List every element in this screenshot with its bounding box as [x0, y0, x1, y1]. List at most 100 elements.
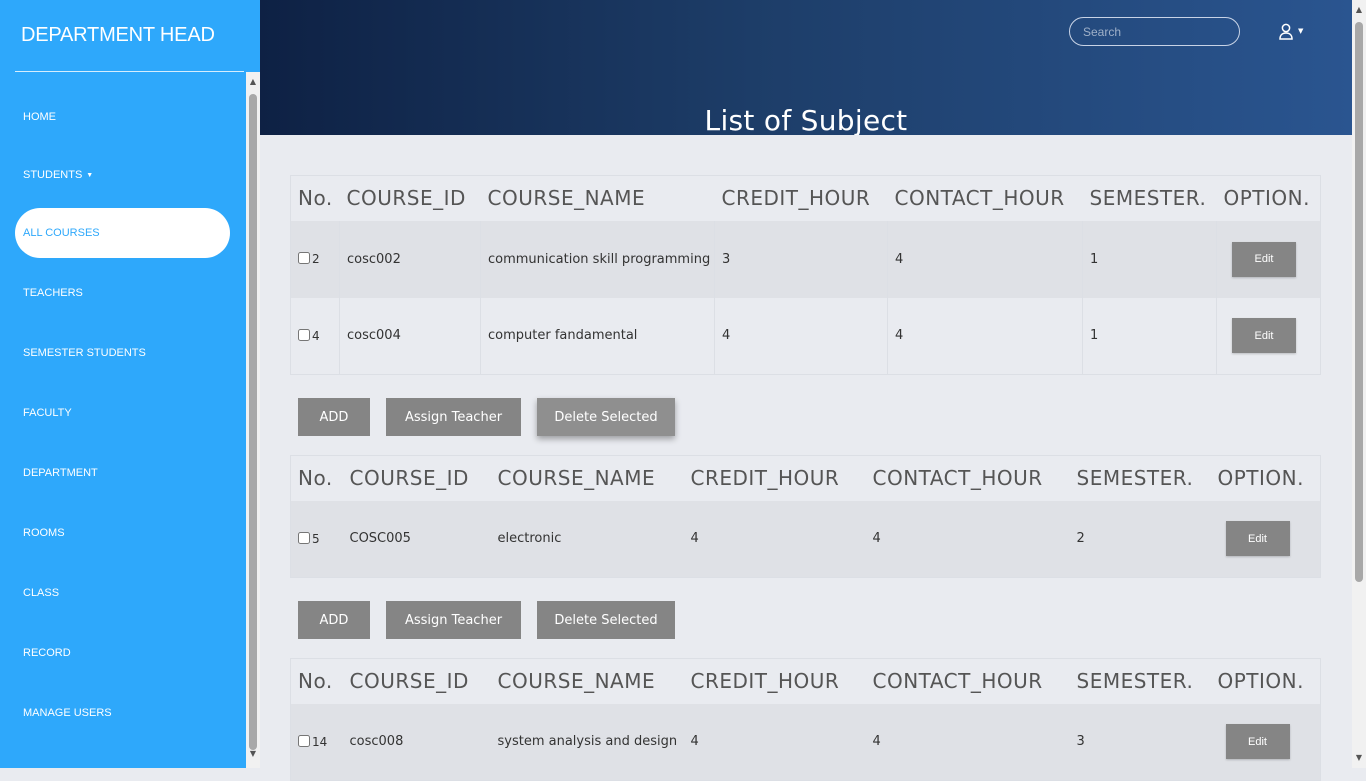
sidebar-item-class[interactable]: CLASS [0, 568, 246, 618]
row-checkbox[interactable] [298, 734, 310, 747]
scroll-down-icon[interactable]: ▼ [248, 748, 258, 760]
row-number: 2 [312, 252, 320, 266]
courses-table: No. COURSE_ID COURSE_NAME CREDIT_HOUR CO… [290, 175, 1321, 375]
sidebar-item-rooms[interactable]: ROOMS [0, 508, 246, 558]
sidebar-item-label: FACULTY [23, 407, 72, 419]
sidebar-item-label: CLASS [23, 587, 60, 599]
credit-hour-cell: 4 [683, 500, 866, 578]
semester-cell: 1 [1082, 297, 1217, 375]
sidebar-item-students[interactable]: STUDENTS ▼ [0, 150, 246, 200]
assign-teacher-button[interactable]: Assign Teacher [386, 601, 521, 639]
edit-button[interactable]: Edit [1225, 521, 1290, 557]
edit-button[interactable]: Edit [1232, 241, 1296, 277]
option-cell: Edit [1210, 703, 1321, 781]
course-name-cell: electronic [490, 500, 684, 578]
semester-cell: 1 [1082, 220, 1217, 298]
credit-hour-cell: 3 [714, 220, 888, 298]
row-number-cell: 4 [291, 298, 340, 375]
option-cell: Edit [1216, 297, 1321, 375]
user-icon [1279, 23, 1293, 40]
credit-hour-cell: 4 [714, 297, 888, 375]
table-row: 2 cosc002 communication skill programmin… [290, 220, 1321, 298]
table-row: 4 cosc004 computer fandamental 4 4 1 Edi… [291, 297, 1321, 375]
sidebar-item-label: STUDENTS [23, 169, 83, 181]
courses-table: No. COURSE_ID COURSE_NAME CREDIT_HOUR CO… [290, 658, 1321, 781]
column-header: COURSE_ID [349, 466, 469, 491]
sidebar-item-home[interactable]: HOME [0, 92, 246, 142]
row-checkbox[interactable] [298, 252, 310, 264]
delete-selected-button[interactable]: Delete Selected [537, 601, 675, 639]
semester-cell: 3 [1069, 703, 1211, 781]
sidebar-item-record[interactable]: RECORD [0, 628, 246, 678]
table-header-row: No. COURSE_ID COURSE_NAME CREDIT_HOUR CO… [291, 176, 1321, 221]
header: ▼ List of Subject [260, 0, 1352, 135]
table-row: 14 cosc008 system analysis and design 4 … [290, 703, 1321, 781]
caret-down-icon: ▼ [1298, 27, 1304, 35]
column-header: SEMESTER. [1089, 186, 1207, 211]
contact-hour-cell: 4 [865, 703, 1070, 781]
scrollbar-thumb[interactable] [249, 94, 257, 750]
column-header: COURSE_NAME [497, 669, 656, 694]
course-id-cell: COSC005 [342, 500, 491, 578]
sidebar-item-faculty[interactable]: FACULTY [0, 388, 246, 438]
courses-table: No. COURSE_ID COURSE_NAME CREDIT_HOUR CO… [290, 455, 1321, 578]
course-name-cell: computer fandamental [480, 297, 715, 375]
column-header: CONTACT_HOUR [872, 669, 1043, 694]
column-header: OPTION. [1223, 186, 1310, 211]
column-header: SEMESTER. [1076, 669, 1194, 694]
row-checkbox[interactable] [298, 531, 310, 544]
edit-button[interactable]: Edit [1232, 318, 1296, 354]
course-name-cell: communication skill programming [480, 220, 715, 298]
sidebar-item-teachers[interactable]: TEACHERS [0, 268, 246, 318]
add-button[interactable]: ADD [298, 601, 370, 639]
add-button[interactable]: ADD [298, 398, 370, 436]
sidebar-item-semester-students[interactable]: SEMESTER STUDENTS [0, 328, 246, 378]
column-header: OPTION. [1217, 466, 1304, 491]
sidebar-item-all-courses[interactable]: ALL COURSES [15, 208, 230, 258]
contact-hour-cell: 4 [865, 500, 1070, 578]
column-header: COURSE_ID [346, 186, 466, 211]
table-header-row: No. COURSE_ID COURSE_NAME CREDIT_HOUR CO… [291, 456, 1321, 501]
row-number: 4 [312, 328, 320, 343]
user-menu[interactable]: ▼ [1279, 20, 1309, 42]
course-id-cell: cosc008 [342, 703, 491, 781]
option-cell: Edit [1216, 220, 1321, 298]
search-input[interactable] [1069, 17, 1240, 46]
scroll-down-icon[interactable]: ▼ [1354, 752, 1364, 764]
edit-button[interactable]: Edit [1225, 724, 1290, 760]
column-header: CONTACT_HOUR [872, 466, 1043, 491]
column-header: SEMESTER. [1076, 466, 1194, 491]
sidebar-item-department[interactable]: DEPARTMENT [0, 448, 246, 498]
brand-title: DEPARTMENT HEAD [21, 24, 215, 46]
scroll-up-icon[interactable]: ▲ [1354, 4, 1364, 16]
course-name-cell: system analysis and design [490, 703, 684, 781]
scrollbar-thumb[interactable] [1355, 22, 1363, 582]
sidebar-item-label: SEMESTER STUDENTS [23, 347, 146, 359]
page-title: List of Subject [704, 104, 908, 135]
column-header: CREDIT_HOUR [690, 669, 840, 694]
assign-teacher-button[interactable]: Assign Teacher [386, 398, 521, 436]
sidebar-nav: HOME STUDENTS ▼ ALL COURSES TEACHERS SEME… [0, 72, 246, 768]
contact-hour-cell: 4 [887, 297, 1083, 375]
credit-hour-cell: 4 [683, 703, 866, 781]
scroll-up-icon[interactable]: ▲ [248, 76, 258, 88]
row-number-cell: 14 [290, 703, 343, 781]
sidebar-item-manage-users[interactable]: MANAGE USERS [0, 688, 246, 738]
column-header: No. [298, 669, 333, 694]
table-header-row: No. COURSE_ID COURSE_NAME CREDIT_HOUR CO… [291, 659, 1321, 704]
column-header: No. [298, 466, 333, 491]
row-number: 14 [312, 734, 328, 749]
caret-down-icon: ▼ [86, 171, 94, 179]
sidebar-scrollbar[interactable]: ▲ ▼ [246, 72, 260, 768]
course-id-cell: cosc002 [339, 220, 481, 298]
sidebar-item-label: MANAGE USERS [23, 707, 112, 719]
column-header: CONTACT_HOUR [894, 186, 1065, 211]
delete-selected-button[interactable]: Delete Selected [537, 398, 675, 436]
course-id-cell: cosc004 [339, 297, 481, 375]
sidebar-item-label: TEACHERS [23, 287, 83, 299]
page-scrollbar[interactable]: ▲ ▼ [1352, 0, 1366, 768]
column-header: CREDIT_HOUR [721, 186, 871, 211]
sidebar-item-label: HOME [23, 111, 56, 123]
table-row: 5 COSC005 electronic 4 4 2 Edit [290, 500, 1321, 578]
row-checkbox[interactable] [298, 328, 310, 341]
